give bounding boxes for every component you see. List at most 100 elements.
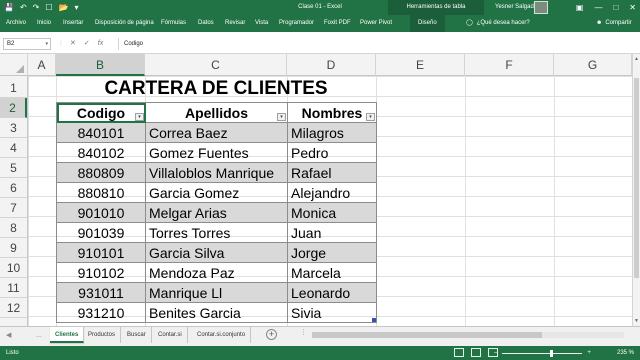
tab-diseno[interactable]: Diseño [410,15,445,32]
drag-handle-icon[interactable]: ⋮ [58,40,64,47]
column-header-c[interactable]: C [145,54,287,76]
zoom-slider-knob[interactable] [550,349,554,357]
filter-dropdown-icon[interactable]: ▾ [277,113,286,121]
tab-insertar[interactable]: Insertar [63,15,83,32]
row-header[interactable]: 2 [0,98,27,118]
row-header[interactable]: 10 [0,258,27,278]
sheet-title[interactable]: CARTERA DE CLIENTES [57,78,375,100]
row-header[interactable]: 9 [0,238,27,258]
apellidos-cell[interactable]: Gomez Fuentes [145,142,288,163]
row-header[interactable]: 6 [0,178,27,198]
share-button[interactable]: ☻ Compartir [596,15,632,32]
user-name[interactable]: Yesner Salgado [495,2,537,13]
apellidos-cell[interactable]: Garcia Silva [145,242,288,263]
zoom-in-icon[interactable]: + [587,346,591,360]
apellidos-cell[interactable]: Melgar Arias [145,202,288,223]
add-sheet-button[interactable]: + [266,329,277,340]
tab-vista[interactable]: Vista [255,15,268,32]
minimize-icon[interactable]: — [594,1,602,14]
cancel-icon[interactable]: ✕ [70,38,76,49]
row-header[interactable]: 4 [0,138,27,158]
name-box[interactable]: B2 ▾ [3,38,51,50]
zoom-slider[interactable] [502,349,583,357]
formula-input[interactable]: Codigo [118,38,636,50]
tab-disposicion[interactable]: Disposición de página [95,15,154,32]
nombres-cell[interactable]: Juan [287,222,377,243]
nombres-cell[interactable]: Jorge [287,242,377,263]
header-apellidos-cell[interactable]: Apellidos ▾ [145,102,288,123]
apellidos-cell[interactable]: Torres Torres [145,222,288,243]
filter-dropdown-icon[interactable]: ▾ [366,113,375,121]
column-header-e[interactable]: E [376,54,465,76]
scroll-up-icon[interactable]: ▲ [634,56,639,62]
split-handle-icon[interactable]: ⋮ [300,328,307,336]
header-codigo-cell[interactable]: Codigo ▾ [56,102,146,123]
codigo-cell[interactable]: 901010 [56,202,146,223]
tab-datos[interactable]: Datos [198,15,214,32]
normal-view-icon[interactable] [454,348,464,357]
tab-revisar[interactable]: Revisar [225,15,245,32]
zoom-level[interactable]: 235 % [617,346,634,360]
tab-archivo[interactable]: Archivo [6,15,26,32]
sheet-tab-productos[interactable]: Productos [83,327,122,343]
tab-foxit-pdf[interactable]: Foxit PDF [324,15,351,32]
header-nombres-cell[interactable]: Nombres ▾ [287,102,377,123]
nombres-cell[interactable]: Marcela [287,262,377,283]
row-header[interactable]: 5 [0,158,27,178]
scroll-thumb[interactable] [634,78,639,278]
column-header-g[interactable]: G [554,54,632,76]
enter-icon[interactable]: ✓ [84,38,90,49]
nombres-cell[interactable]: Leonardo [287,282,377,303]
column-header-a[interactable]: A [28,54,56,76]
codigo-cell[interactable]: 840101 [56,122,146,143]
column-header-d[interactable]: D [287,54,376,76]
codigo-cell[interactable]: 931210 [56,302,146,323]
nombres-cell[interactable]: Sivia [287,302,377,323]
nombres-cell[interactable]: Pedro [287,142,377,163]
horizontal-scrollbar[interactable]: ⋮ [300,328,636,339]
codigo-cell[interactable]: 880810 [56,182,146,203]
select-all-button[interactable] [0,54,28,76]
restore-icon[interactable]: □ [613,1,618,14]
nombres-cell[interactable]: Milagros [287,122,377,143]
apellidos-cell[interactable]: Benites Garcia [145,302,288,323]
codigo-cell[interactable]: 910101 [56,242,146,263]
nombres-cell[interactable]: Monica [287,202,377,223]
row-header[interactable]: 11 [0,278,27,298]
apellidos-cell[interactable]: Garcia Gomez [145,182,288,203]
close-icon[interactable]: ✕ [629,1,636,14]
vertical-scrollbar[interactable]: ▲ ▼ [632,54,640,326]
insert-function-icon[interactable]: fx [98,38,103,49]
apellidos-cell[interactable]: Manrique Ll [145,282,288,303]
codigo-cell[interactable]: 901039 [56,222,146,243]
scroll-thumb[interactable] [312,332,542,338]
sheet-tab-buscar[interactable]: Buscar [122,327,152,343]
avatar[interactable] [534,1,548,14]
codigo-cell[interactable]: 931011 [56,282,146,303]
row-header[interactable]: 7 [0,198,27,218]
apellidos-cell[interactable]: Correa Baez [145,122,288,143]
more-sheets-indicator[interactable]: ... [36,330,42,342]
tab-formulas[interactable]: Fórmulas [161,15,186,32]
prev-sheet-icon[interactable]: ◀ [6,330,11,342]
sheet-tab-contar-si[interactable]: Contar.si [153,327,188,343]
row-header[interactable]: 3 [0,118,27,138]
codigo-cell[interactable]: 840102 [56,142,146,163]
codigo-cell[interactable]: 880809 [56,162,146,183]
column-header-f[interactable]: F [465,54,554,76]
filter-dropdown-icon[interactable]: ▾ [135,113,144,121]
tab-inicio[interactable]: Inicio [37,15,51,32]
row-header[interactable]: 12 [0,298,27,318]
ribbon-display-icon[interactable]: ▣ [576,1,584,14]
tab-programador[interactable]: Programador [279,15,314,32]
tell-me-box[interactable]: ◯ ¿Qué desea hacer? [466,15,530,32]
apellidos-cell[interactable]: Mendoza Paz [145,262,288,283]
apellidos-cell[interactable]: Villaloblos Manrique [145,162,288,183]
nombres-cell[interactable]: Alejandro [287,182,377,203]
row-header[interactable]: 8 [0,218,27,238]
scroll-down-icon[interactable]: ▼ [634,318,639,324]
nombres-cell[interactable]: Rafael [287,162,377,183]
row-header[interactable]: 1 [0,78,27,98]
zoom-out-icon[interactable]: – [494,346,497,360]
table-resize-handle[interactable] [372,318,376,322]
